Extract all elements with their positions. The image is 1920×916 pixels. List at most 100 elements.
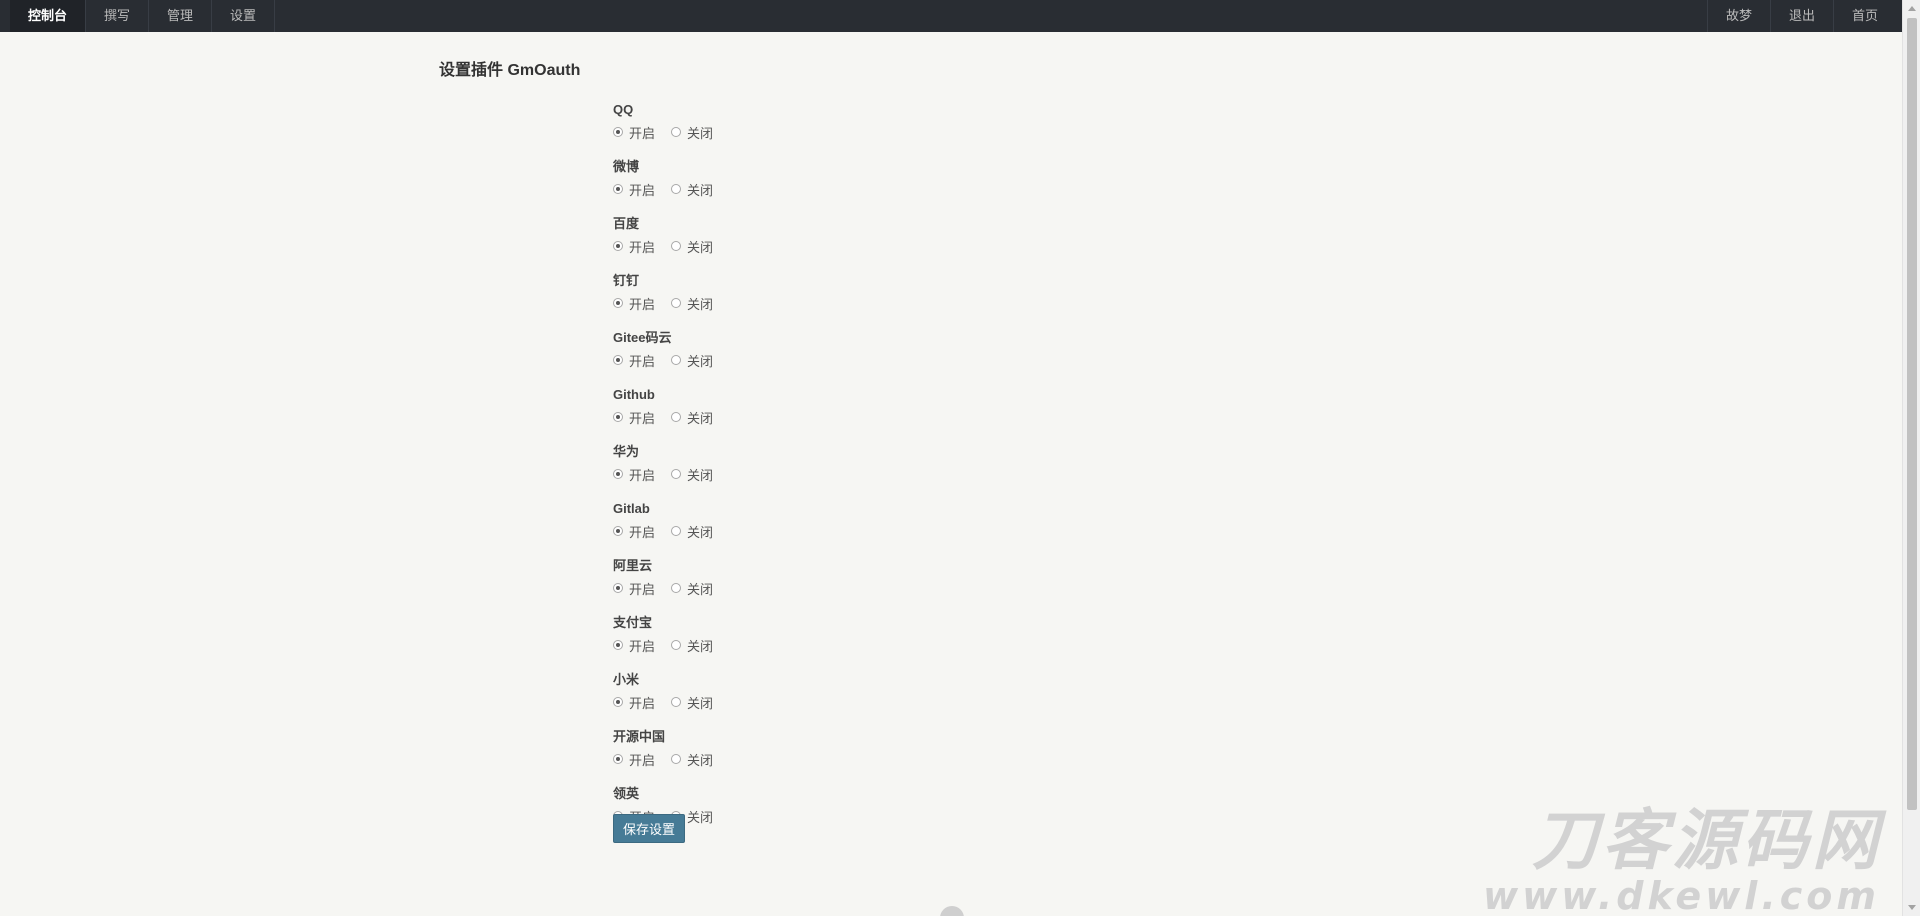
user-menu: 故梦 退出 首页: [1706, 0, 1902, 32]
radio-on-option[interactable]: 开启: [613, 465, 655, 484]
radio-on-button[interactable]: [613, 640, 623, 650]
form-field: 开源中国开启 关闭: [613, 727, 913, 782]
form-field: 支付宝开启 关闭: [613, 613, 913, 668]
nav-dashboard[interactable]: 控制台: [10, 0, 87, 32]
radio-on-button[interactable]: [613, 526, 623, 536]
radio-off-option[interactable]: 关闭: [671, 750, 713, 769]
radio-off-label: 关闭: [687, 581, 714, 597]
radio-off-button[interactable]: [671, 127, 682, 137]
radio-on-button[interactable]: [613, 127, 623, 137]
radio-on-option[interactable]: 开启: [613, 693, 655, 712]
save-settings-button[interactable]: 保存设置: [613, 814, 685, 843]
nav-home[interactable]: 首页: [1832, 0, 1896, 32]
scroll-up-arrow-icon[interactable]: [1908, 6, 1916, 11]
field-label: 支付宝: [613, 615, 653, 630]
radio-on-button[interactable]: [613, 355, 623, 365]
radio-off-button[interactable]: [671, 583, 682, 593]
radio-off-option[interactable]: 关闭: [671, 180, 713, 199]
radio-on-option[interactable]: 开启: [613, 294, 655, 313]
radio-off-button[interactable]: [671, 298, 682, 308]
form-field: 阿里云开启 关闭: [613, 556, 913, 611]
vertical-scrollbar[interactable]: [1902, 0, 1920, 916]
radio-off-option[interactable]: 关闭: [671, 636, 713, 655]
radio-off-option[interactable]: 关闭: [671, 123, 713, 142]
radio-group: 开启 关闭: [613, 350, 913, 370]
field-label: 开源中国: [613, 729, 666, 744]
radio-off-option[interactable]: 关闭: [671, 351, 713, 370]
field-label: 微博: [613, 159, 640, 174]
radio-group: 开启 关闭: [613, 122, 913, 142]
radio-on-option[interactable]: 开启: [613, 351, 655, 370]
nav-logout[interactable]: 退出: [1769, 0, 1833, 32]
radio-off-button[interactable]: [671, 754, 682, 764]
radio-on-label: 开启: [629, 524, 656, 540]
form-field: 华为 开启 关闭: [613, 442, 913, 497]
radio-on-button[interactable]: [613, 583, 623, 593]
oauth-settings-form: QQ 开启 关闭 微博 开启 关闭 百度 开启 关闭 钉钉 开启 关闭 Gitee码云 开启 关闭 Githu…: [613, 98, 913, 839]
field-label: Gitee码云: [613, 330, 672, 345]
radio-on-option[interactable]: 开启: [613, 408, 655, 427]
radio-on-label: 开启: [629, 182, 656, 198]
radio-on-button[interactable]: [613, 184, 623, 194]
radio-off-button[interactable]: [671, 412, 682, 422]
radio-on-option[interactable]: 开启: [613, 750, 655, 769]
radio-off-button[interactable]: [671, 526, 682, 536]
radio-on-label: 开启: [629, 239, 656, 255]
radio-off-option[interactable]: 关闭: [671, 522, 713, 541]
nav-write[interactable]: 撰写: [86, 0, 150, 32]
field-label: 百度: [613, 216, 640, 231]
radio-off-button[interactable]: [671, 697, 682, 707]
scrollbar-thumb[interactable]: [1907, 18, 1917, 810]
radio-off-button[interactable]: [671, 241, 682, 251]
radio-on-button[interactable]: [613, 697, 623, 707]
radio-off-label: 关闭: [687, 296, 714, 312]
field-label: Github: [613, 387, 655, 402]
radio-off-label: 关闭: [687, 467, 714, 483]
radio-on-button[interactable]: [613, 469, 623, 479]
form-field: QQ 开启 关闭: [613, 100, 913, 155]
radio-group: 开启 关闭: [613, 407, 913, 427]
top-navbar: 控制台 撰写 管理 设置 故梦 退出 首页: [0, 0, 1902, 32]
field-label: 钉钉: [613, 273, 640, 288]
radio-off-button[interactable]: [671, 184, 682, 194]
radio-off-option[interactable]: 关闭: [671, 465, 713, 484]
radio-on-button[interactable]: [613, 754, 623, 764]
radio-group: 开启 关闭: [613, 578, 913, 598]
radio-off-label: 关闭: [687, 695, 714, 711]
radio-on-option[interactable]: 开启: [613, 123, 655, 142]
radio-off-button[interactable]: [671, 469, 682, 479]
radio-on-button[interactable]: [613, 241, 623, 251]
radio-on-option[interactable]: 开启: [613, 522, 655, 541]
radio-on-option[interactable]: 开启: [613, 180, 655, 199]
radio-on-button[interactable]: [613, 298, 623, 308]
nav-user-profile[interactable]: 故梦: [1706, 0, 1770, 32]
radio-on-label: 开启: [629, 638, 656, 654]
radio-group: 开启 关闭: [613, 236, 913, 256]
radio-on-button[interactable]: [613, 412, 623, 422]
radio-off-button[interactable]: [671, 640, 682, 650]
nav-settings[interactable]: 设置: [212, 0, 276, 32]
radio-off-label: 关闭: [687, 125, 714, 141]
radio-on-label: 开启: [629, 752, 656, 768]
radio-on-option[interactable]: 开启: [613, 636, 655, 655]
form-field: 小米 开启 关闭: [613, 670, 913, 725]
radio-on-option[interactable]: 开启: [613, 579, 655, 598]
radio-on-option[interactable]: 开启: [613, 237, 655, 256]
radio-off-label: 关闭: [687, 410, 714, 426]
footer-logo-icon: [940, 906, 964, 916]
radio-off-option[interactable]: 关闭: [671, 408, 713, 427]
radio-off-label: 关闭: [687, 239, 714, 255]
radio-off-label: 关闭: [687, 752, 714, 768]
form-field: Gitee码云开启 关闭: [613, 328, 913, 383]
field-label: 阿里云: [613, 558, 653, 573]
radio-off-option[interactable]: 关闭: [671, 294, 713, 313]
radio-group: 开启 关闭: [613, 521, 913, 541]
scroll-down-arrow-icon[interactable]: [1908, 905, 1916, 910]
page-title: 设置插件 GmOauth: [439, 62, 581, 79]
radio-off-option[interactable]: 关闭: [671, 693, 713, 712]
radio-off-label: 关闭: [687, 353, 714, 369]
nav-manage[interactable]: 管理: [149, 0, 213, 32]
radio-off-option[interactable]: 关闭: [671, 579, 713, 598]
radio-off-button[interactable]: [671, 355, 682, 365]
radio-off-option[interactable]: 关闭: [671, 237, 713, 256]
